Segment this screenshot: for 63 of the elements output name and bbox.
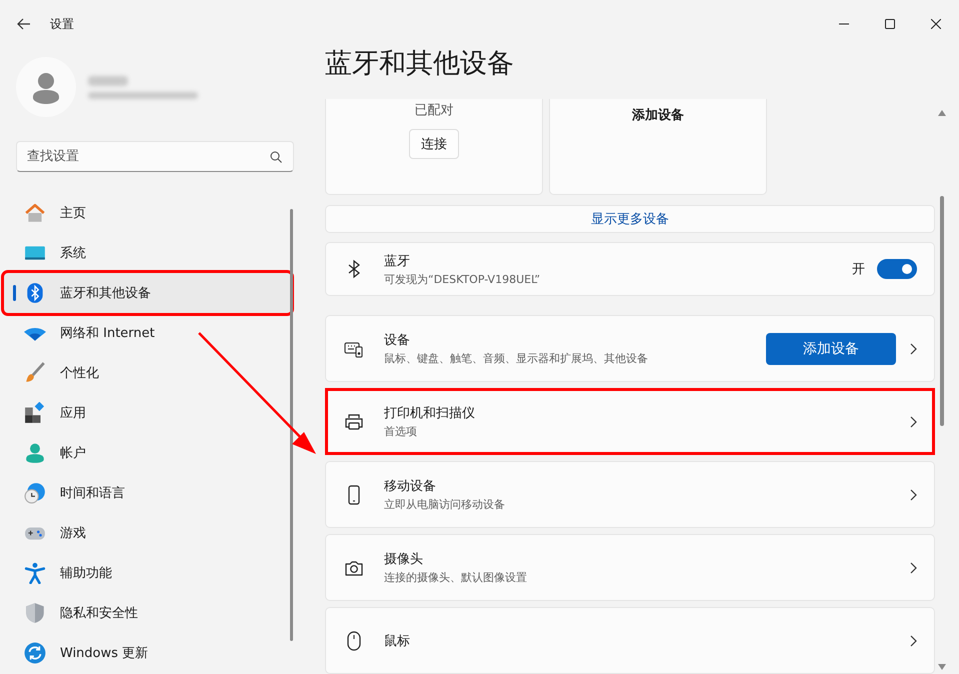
settings-row[interactable]: 鼠标 — [325, 607, 935, 674]
person-icon — [24, 442, 46, 464]
scroll-down-icon[interactable] — [938, 664, 946, 670]
connect-button[interactable]: 连接 — [409, 129, 459, 159]
sidebar-item[interactable]: 主页 — [4, 193, 270, 233]
add-device-tile[interactable]: 添加设备 — [549, 99, 767, 195]
avatar-icon — [16, 57, 76, 117]
toggle-switch[interactable] — [877, 259, 917, 280]
row-subtitle: 连接的摄像头、默认图像设置 — [384, 570, 528, 585]
row-title: 移动设备 — [384, 478, 437, 495]
row-subtitle: 可发现为“DESKTOP-V198UEL” — [384, 272, 542, 287]
scrollbar[interactable] — [290, 209, 293, 641]
row-subtitle: 立即从电脑访问移动设备 — [384, 497, 506, 512]
accessibility-icon — [24, 562, 46, 584]
sidebar-item[interactable]: 辅助功能 — [4, 553, 270, 593]
toggle-label: 开 — [852, 261, 865, 278]
sidebar-item[interactable]: 网络和 Internet — [4, 313, 270, 353]
page-title: 蓝牙和其他设备 — [325, 47, 515, 81]
minimize-icon[interactable] — [839, 23, 849, 25]
settings-row[interactable]: 移动设备 立即从电脑访问移动设备 — [325, 461, 935, 528]
window-title: 设置 — [50, 16, 74, 32]
sidebar-item[interactable]: 个性化 — [4, 353, 270, 393]
settings-row[interactable]: 摄像头 连接的摄像头、默认图像设置 — [325, 534, 935, 601]
tile-title: 添加设备 — [632, 107, 684, 124]
row-title: 蓝牙 — [384, 252, 411, 270]
brush-icon — [24, 362, 46, 384]
sidebar-item[interactable]: Windows 更新 — [4, 633, 270, 673]
settings-row[interactable]: 设备 鼠标、键盘、触笔、音频、显示器和扩展坞、其他设备 添加设备 — [325, 315, 935, 382]
sidebar-item[interactable]: 时间和语言 — [4, 473, 270, 513]
blurred-name — [88, 76, 128, 86]
sidebar-item[interactable]: 隐私和安全性 — [4, 593, 270, 633]
back-arrow-icon[interactable] — [17, 18, 31, 30]
shield-icon — [24, 602, 46, 624]
maximize-icon[interactable] — [885, 19, 895, 29]
row-subtitle: 鼠标、键盘、触笔、音频、显示器和扩展坞、其他设备 — [384, 351, 649, 366]
scroll-up-icon[interactable] — [938, 110, 946, 116]
chevron-right-icon — [910, 562, 917, 574]
row-title: 打印机和扫描仪 — [384, 405, 476, 422]
search-icon — [270, 151, 282, 163]
row-title: 设备 — [384, 332, 411, 349]
apps-icon — [24, 402, 46, 424]
show-more-link[interactable]: 显示更多设备 — [325, 205, 935, 234]
sidebar-item[interactable]: 游戏 — [4, 513, 270, 553]
globe-clock-icon — [24, 482, 46, 504]
chevron-right-icon — [910, 416, 917, 428]
settings-row[interactable]: 打印机和扫描仪 首选项 — [325, 388, 935, 455]
sidebar-item[interactable]: 蓝牙和其他设备 — [4, 273, 291, 313]
house-icon — [24, 202, 46, 224]
row-title: 鼠标 — [384, 632, 411, 650]
tile-status: 已配对 — [414, 102, 454, 119]
chevron-right-icon — [910, 488, 917, 500]
sync-icon — [24, 642, 46, 664]
row-title: 摄像头 — [384, 551, 424, 568]
close-icon[interactable] — [931, 19, 941, 29]
chevron-right-icon — [910, 342, 917, 354]
sidebar-item[interactable]: 帐户 — [4, 433, 270, 473]
chevron-right-icon — [910, 634, 917, 646]
sidebar-item[interactable]: 应用 — [4, 393, 270, 433]
sidebar-item[interactable]: 系统 — [4, 233, 270, 273]
search-field[interactable]: 查找设置 — [16, 141, 294, 172]
printer-icon — [344, 412, 364, 432]
add-device-button[interactable]: 添加设备 — [766, 332, 896, 364]
row-subtitle: 首选项 — [384, 424, 418, 439]
